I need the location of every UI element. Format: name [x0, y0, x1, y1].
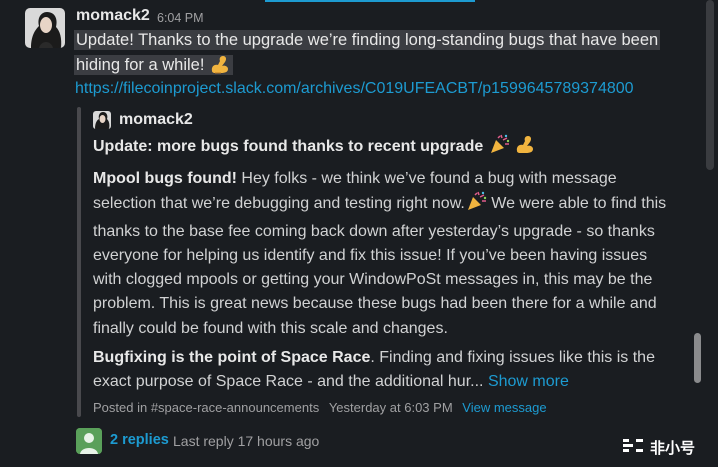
right-scroll-track[interactable] [706, 0, 714, 170]
watermark: 非小号 [622, 436, 714, 458]
message-text: Update! Thanks to the upgrade we’re find… [74, 28, 661, 78]
scrollbar-thumb[interactable] [694, 333, 701, 383]
party-popper-emoji-icon [465, 191, 487, 219]
flexed-biceps-emoji-icon [209, 54, 231, 74]
quoted-sender-name[interactable]: momack2 [119, 111, 193, 129]
quoted-paragraph-1: Mpool bugs found! Hey folks - we think w… [93, 167, 673, 341]
quote-footer: Posted in #space-race-announcements Yest… [93, 400, 547, 415]
thread-last-reply: Last reply 17 hours ago [173, 433, 320, 449]
thread-replies-link[interactable]: 2 replies [110, 432, 169, 448]
message-link[interactable]: https://filecoinproject.slack.com/archiv… [75, 80, 634, 98]
watermark-text: 非小号 [650, 439, 696, 457]
quoted-sender-avatar[interactable] [93, 111, 111, 129]
show-more-link[interactable]: Show more [488, 373, 569, 390]
posted-time[interactable]: Yesterday at 6:03 PM [329, 400, 453, 415]
message-text-content: Update! Thanks to the upgrade we’re find… [74, 30, 661, 75]
sender-avatar[interactable] [25, 8, 65, 48]
quoted-title: Update: more bugs found thanks to recent… [93, 134, 536, 159]
message-text-body: Update! Thanks to the upgrade we’re find… [76, 31, 659, 74]
party-popper-emoji-icon [488, 134, 510, 159]
quote-border [77, 107, 81, 417]
top-accent-bar [265, 0, 475, 2]
posted-in-channel[interactable]: Posted in #space-race-announcements [93, 400, 319, 415]
quoted-paragraph-2: Bugfixing is the point of Space Race. Fi… [93, 346, 673, 395]
quoted-p1-text-b: We were able to find this thanks to the … [93, 195, 667, 337]
quoted-p2-bold: Bugfixing is the point of Space Race [93, 349, 371, 366]
watermark-logo-icon [622, 436, 644, 458]
message-timestamp[interactable]: 6:04 PM [157, 11, 204, 25]
sender-name[interactable]: momack2 [76, 7, 150, 25]
reply-avatar[interactable] [76, 428, 102, 454]
quoted-p1-bold: Mpool bugs found! [93, 170, 237, 187]
flexed-biceps-emoji-icon [514, 134, 536, 159]
view-message-link[interactable]: View message [462, 400, 546, 415]
quoted-title-text: Update: more bugs found thanks to recent… [93, 138, 484, 155]
